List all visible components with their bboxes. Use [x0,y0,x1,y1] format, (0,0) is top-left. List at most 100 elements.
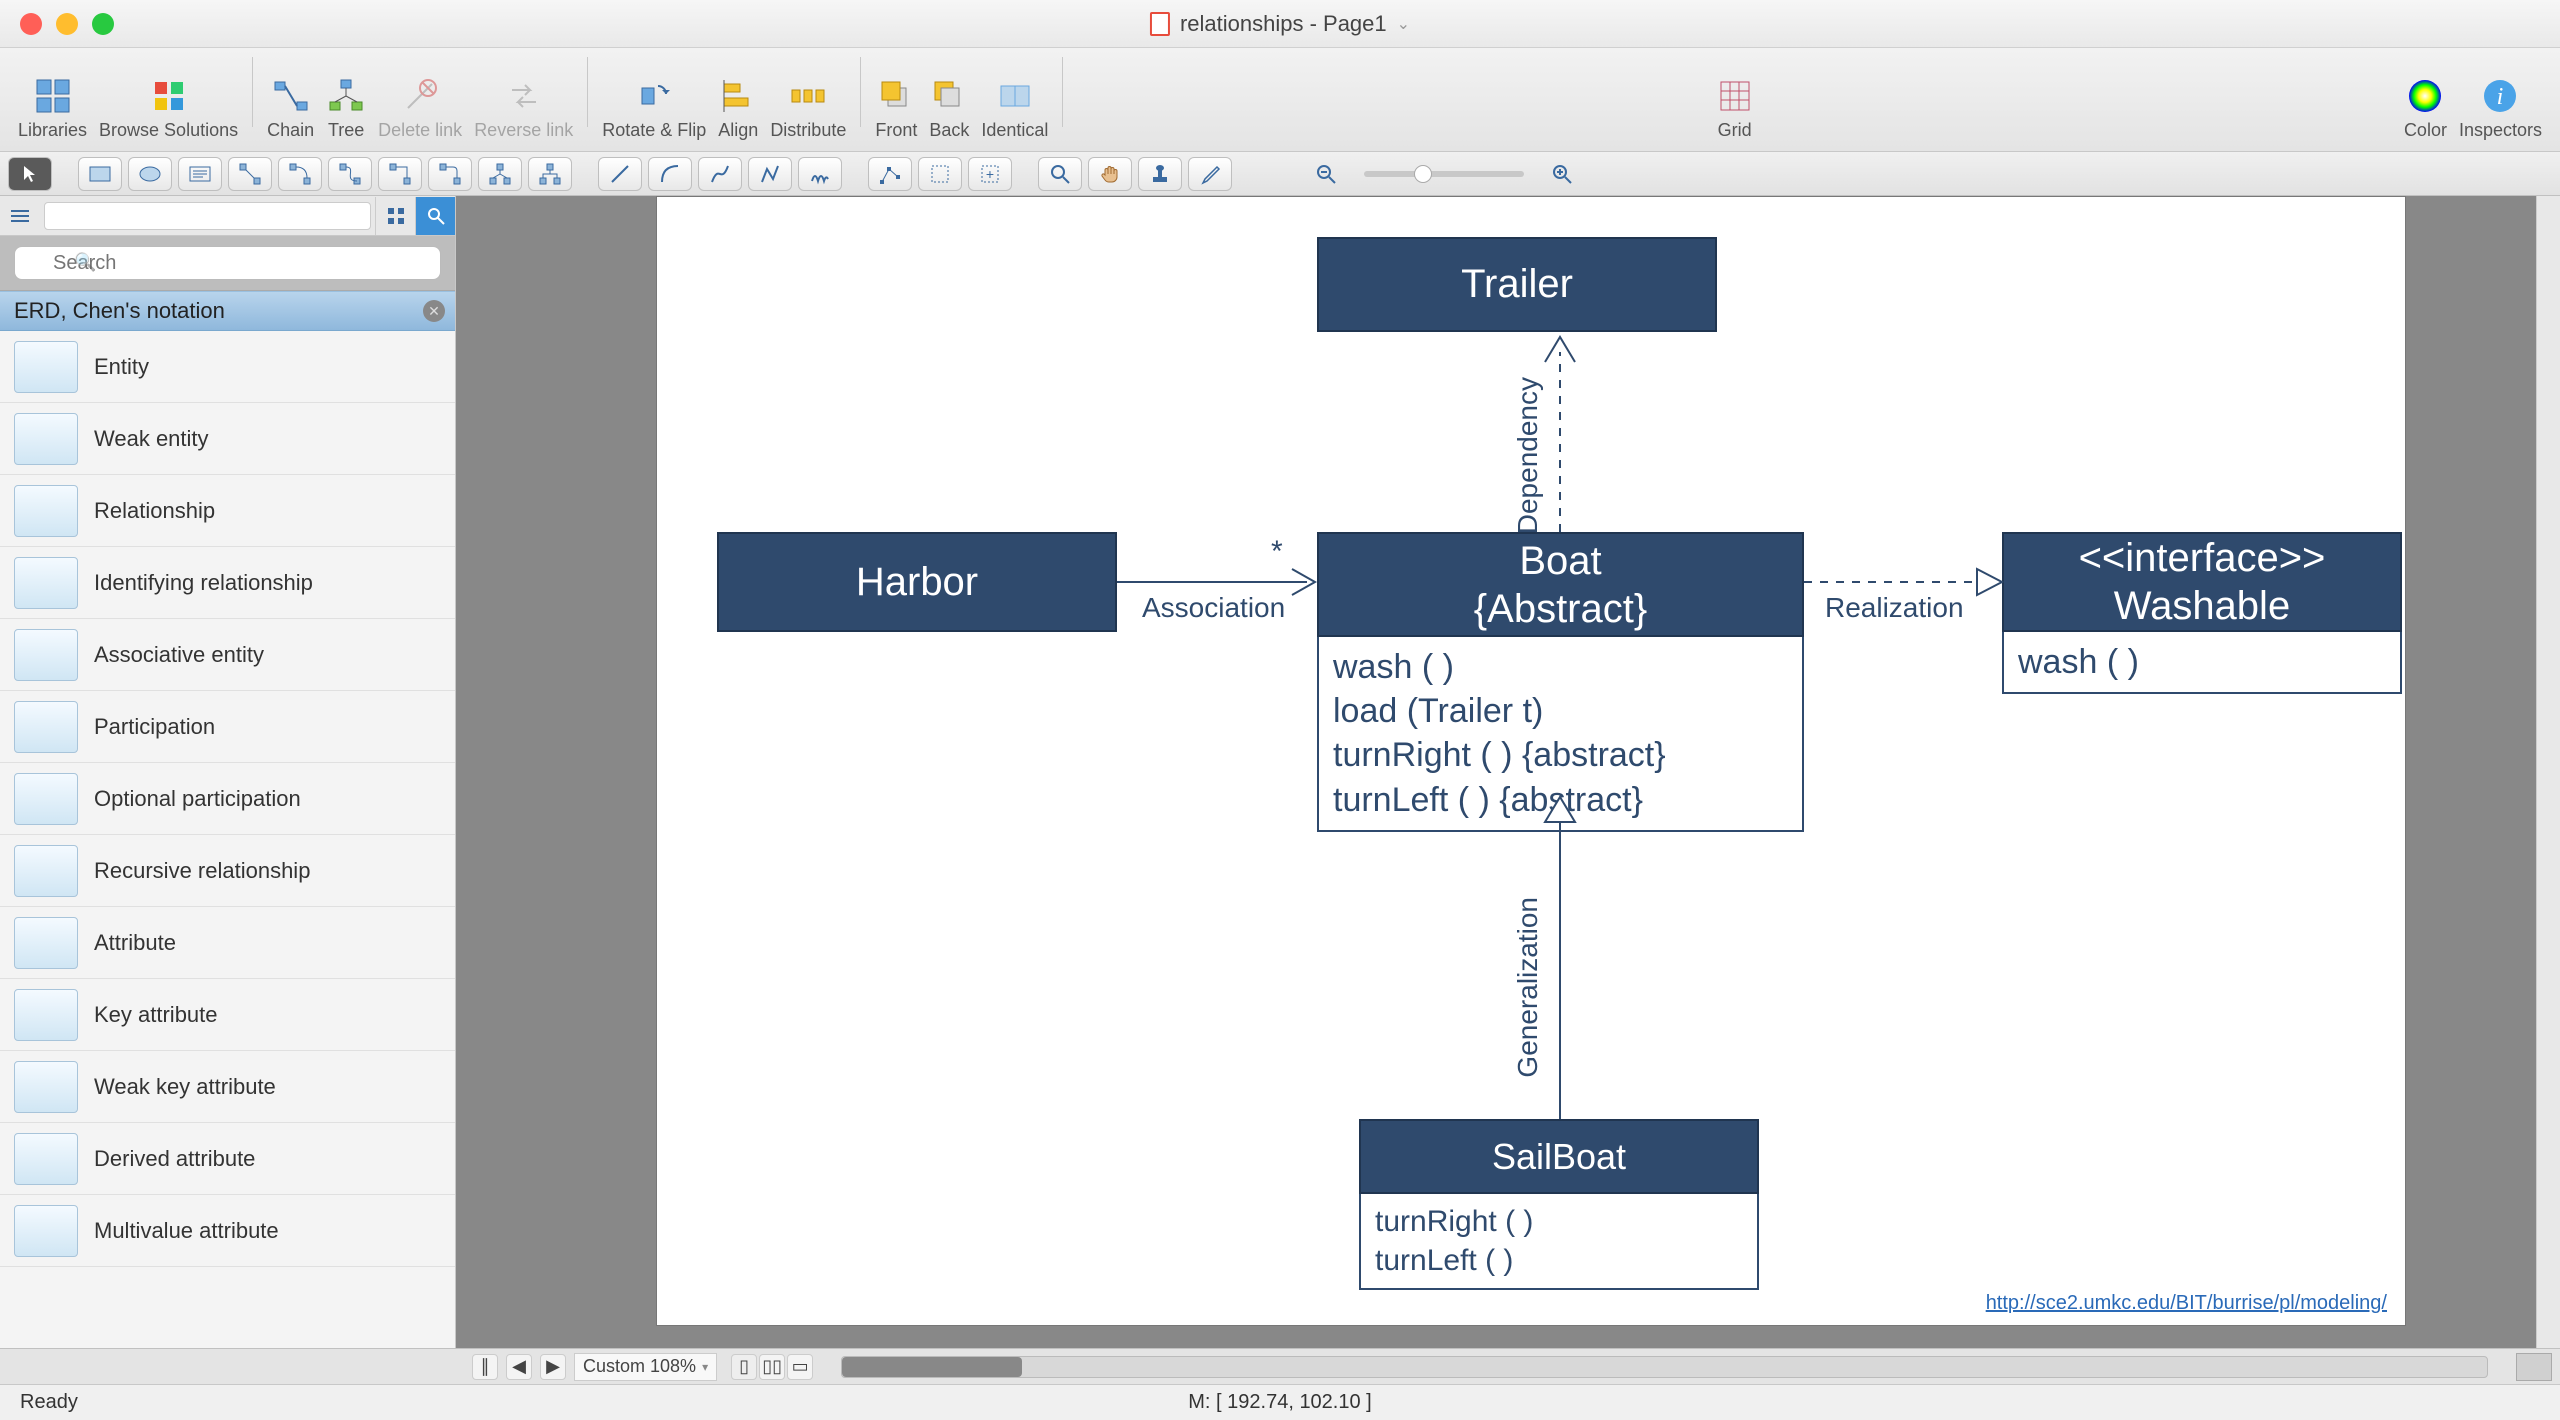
chain-button[interactable]: Chain [261,72,320,145]
label-association: Association [1142,592,1285,624]
page-pause-icon[interactable]: ∥ [472,1354,498,1380]
freehand-tool[interactable] [798,157,842,191]
libraries-button[interactable]: Libraries [12,72,93,145]
zoom-out-button[interactable] [1304,157,1348,191]
shape-thumb-icon [14,341,78,393]
window-controls [0,13,114,35]
connector-multi1-tool[interactable] [478,157,522,191]
document-icon [1150,12,1170,36]
page-prev-icon[interactable]: ◀ [506,1354,532,1380]
search-input[interactable] [14,246,441,280]
eyedropper-tool[interactable] [1188,157,1232,191]
zoom-slider-thumb[interactable] [1414,165,1432,183]
connector-direct-tool[interactable] [228,157,272,191]
uml-boat-header[interactable]: Boat {Abstract} [1317,532,1804,637]
ellipse-tool[interactable] [128,157,172,191]
shape-item[interactable]: Weak entity [0,403,455,475]
uml-sailboat-header[interactable]: SailBoat [1359,1119,1759,1194]
sidebar-filter-input[interactable] [44,202,371,230]
arc-draw-tool[interactable] [648,157,692,191]
horizontal-scrollbar[interactable] [841,1356,2488,1378]
uml-sailboat-body[interactable]: turnRight ( )turnLeft ( ) [1359,1194,1759,1290]
shape-item[interactable]: Attribute [0,907,455,979]
polyline-tool[interactable] [748,157,792,191]
chevron-down-icon: ▾ [702,1360,708,1374]
zoom-picker[interactable]: Custom 108%▾ [574,1353,717,1381]
page-bar: ∥ ◀ ▶ Custom 108%▾ ▯ ▯▯ ▭ [0,1348,2560,1384]
zoom-in-button[interactable] [1540,157,1584,191]
uml-harbor[interactable]: Harbor [717,532,1117,632]
identical-button[interactable]: Identical [975,72,1054,145]
rotate-flip-button[interactable]: Rotate & Flip [596,72,712,145]
text-tool[interactable] [178,157,222,191]
magnify-tool[interactable] [1038,157,1082,191]
vertical-scrollbar[interactable] [2536,196,2560,1348]
titlebar: relationships - Page1 ⌄ [0,0,2560,48]
uml-washable-header[interactable]: <<interface>> Washable [2002,532,2402,632]
distribute-button[interactable]: Distribute [764,72,852,145]
view-mode-2[interactable]: ▯▯ [759,1354,785,1380]
zoom-slider[interactable] [1364,171,1524,177]
crop-tool[interactable] [918,157,962,191]
tree-button[interactable]: Tree [320,72,372,145]
close-library-icon[interactable]: ✕ [423,300,445,322]
canvas[interactable]: Trailer Harbor Boat {Abstract} wash ( )l… [656,196,2406,1326]
sidebar-view-search[interactable] [415,197,455,235]
grid-button[interactable]: Grid [1709,72,1761,145]
shape-item[interactable]: Weak key attribute [0,1051,455,1123]
front-button[interactable]: Front [869,72,923,145]
connector-multi2-tool[interactable] [528,157,572,191]
uml-boat-body[interactable]: wash ( )load (Trailer t)turnRight ( ) {a… [1317,637,1804,832]
connector-bezier-tool[interactable] [328,157,372,191]
shape-item[interactable]: Optional participation [0,763,455,835]
shape-item[interactable]: Recursive relationship [0,835,455,907]
close-window-icon[interactable] [20,13,42,35]
browse-solutions-button[interactable]: Browse Solutions [93,72,244,145]
shape-thumb-icon [14,773,78,825]
zoom-window-icon[interactable] [92,13,114,35]
edit-points-tool[interactable] [868,157,912,191]
color-button[interactable]: Color [2398,72,2453,145]
chevron-down-icon[interactable]: ⌄ [1397,14,1410,34]
label-dependency: Dependency [1512,377,1544,534]
pointer-tool[interactable] [8,157,52,191]
back-button[interactable]: Back [923,72,975,145]
connector-arc-tool[interactable] [278,157,322,191]
rect-tool[interactable] [78,157,122,191]
shape-item[interactable]: Derived attribute [0,1123,455,1195]
spline-tool[interactable] [698,157,742,191]
shape-item[interactable]: Associative entity [0,619,455,691]
inspectors-button[interactable]: i Inspectors [2453,72,2548,145]
library-title[interactable]: ERD, Chen's notation ✕ [0,291,455,331]
source-link[interactable]: http://sce2.umkc.edu/BIT/burrise/pl/mode… [1986,1292,2387,1315]
view-mode-3[interactable]: ▭ [787,1354,813,1380]
window-title-text: relationships - Page1 [1180,11,1387,37]
svg-text:i: i [2497,84,2504,110]
shape-item[interactable]: Participation [0,691,455,763]
page-next-icon[interactable]: ▶ [540,1354,566,1380]
connector-round-tool[interactable] [428,157,472,191]
shape-item[interactable]: Entity [0,331,455,403]
label-mult: * [1271,535,1283,569]
view-mode-1[interactable]: ▯ [731,1354,757,1380]
shape-item[interactable]: Identifying relationship [0,547,455,619]
uml-washable-body[interactable]: wash ( ) [2002,632,2402,694]
connector-smart-tool[interactable] [378,157,422,191]
sidebar-collapse-icon[interactable] [0,207,40,225]
sidebar-view-grid[interactable] [375,197,415,235]
align-button[interactable]: Align [712,72,764,145]
main-toolbar: Libraries Browse Solutions Chain Tree De… [0,48,2560,152]
uml-trailer[interactable]: Trailer [1317,237,1717,332]
line-tool[interactable] [598,157,642,191]
add-point-tool[interactable]: + [968,157,1012,191]
shape-item[interactable]: Relationship [0,475,455,547]
resize-corner-icon[interactable] [2516,1353,2552,1381]
shape-item[interactable]: Key attribute [0,979,455,1051]
stamp-tool[interactable] [1138,157,1182,191]
shape-thumb-icon [14,629,78,681]
shape-list: EntityWeak entityRelationshipIdentifying… [0,331,455,1348]
minimize-window-icon[interactable] [56,13,78,35]
shape-item[interactable]: Multivalue attribute [0,1195,455,1267]
hand-tool[interactable] [1088,157,1132,191]
shape-label: Optional participation [94,786,301,812]
